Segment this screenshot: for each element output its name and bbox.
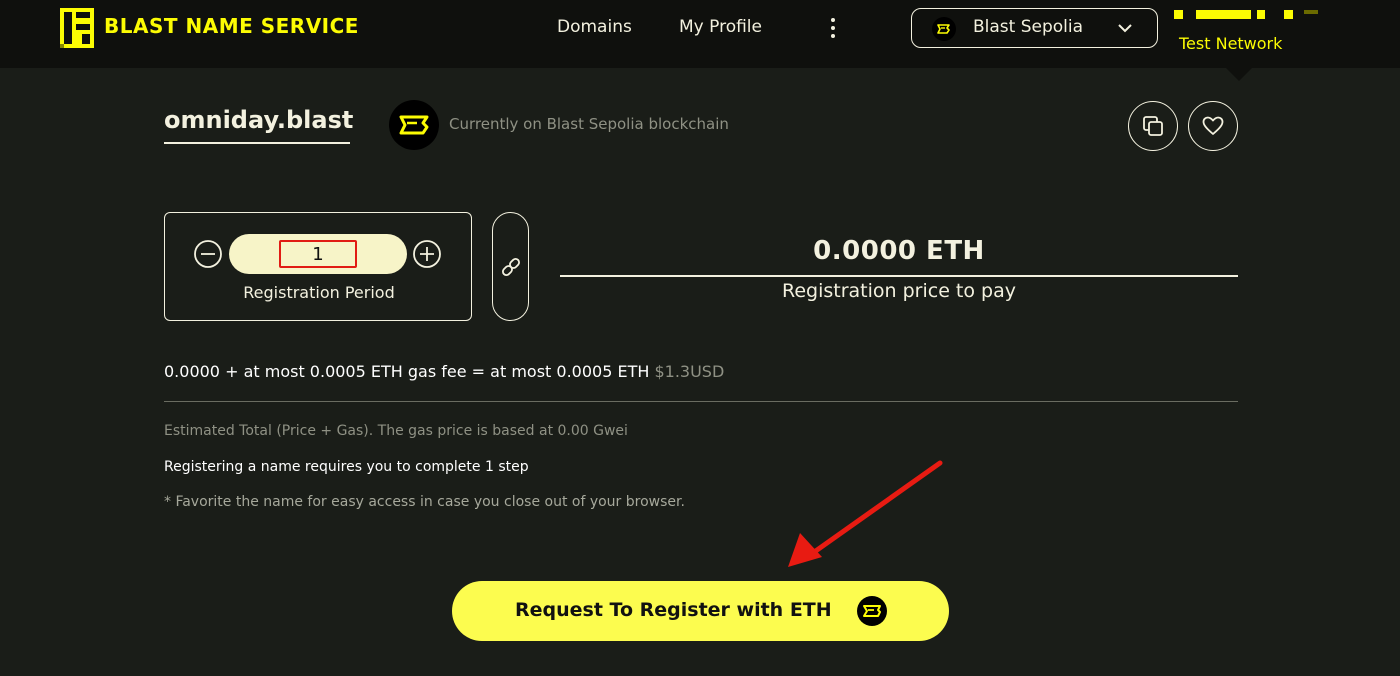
favorite-note: * Favorite the name for easy access in c… — [164, 494, 685, 510]
plus-circle-icon[interactable] — [412, 239, 442, 269]
blast-chain-icon — [389, 100, 439, 150]
chain-status-text: Currently on Blast Sepolia blockchain — [449, 115, 729, 133]
nav-domains-link[interactable]: Domains — [557, 17, 632, 37]
registration-period-box: Registration Period — [164, 212, 472, 321]
nav-my-profile-link[interactable]: My Profile — [679, 17, 762, 37]
copy-button[interactable] — [1128, 101, 1178, 151]
chevron-down-icon — [1118, 24, 1132, 33]
minus-circle-icon[interactable] — [193, 239, 223, 269]
cost-breakdown: 0.0000 + at most 0.0005 ETH gas fee = at… — [164, 362, 724, 381]
register-button-label: Request To Register with ETH — [515, 599, 832, 621]
wallet-address-redacted[interactable] — [1174, 10, 1324, 20]
domain-name: omniday.blast — [164, 106, 354, 134]
cost-breakdown-text: 0.0000 + at most 0.0005 ETH gas fee = at… — [164, 362, 650, 381]
annotation-arrow — [788, 460, 943, 567]
request-register-button[interactable]: Request To Register with ETH — [452, 581, 949, 641]
link-icon — [502, 258, 520, 276]
estimate-note: Estimated Total (Price + Gas). The gas p… — [164, 423, 628, 439]
summary-divider — [164, 401, 1238, 402]
period-input[interactable] — [279, 240, 357, 268]
blast-chain-icon — [857, 596, 887, 626]
blast-logo-icon[interactable] — [60, 8, 94, 48]
brand-title[interactable]: BLAST NAME SERVICE — [104, 14, 359, 38]
blast-chain-icon — [932, 17, 956, 41]
price-divider — [560, 275, 1238, 277]
period-label: Registration Period — [243, 283, 395, 302]
domain-underline — [164, 142, 350, 144]
network-selector[interactable]: Blast Sepolia — [911, 8, 1158, 48]
test-network-badge: Test Network — [1179, 34, 1283, 53]
registration-price: 0.0000 ETH — [813, 236, 985, 266]
top-nav-bar: BLAST NAME SERVICE Domains My Profile Bl… — [0, 0, 1400, 68]
link-toggle-button[interactable] — [492, 212, 529, 321]
favorite-button[interactable] — [1188, 101, 1238, 151]
tooltip-pointer — [1226, 68, 1252, 81]
cost-usd: $1.3USD — [654, 362, 725, 381]
more-menu-icon[interactable] — [825, 16, 841, 40]
network-label: Blast Sepolia — [973, 17, 1084, 37]
copy-icon — [1143, 116, 1163, 136]
registration-price-label: Registration price to pay — [781, 280, 1016, 302]
steps-note: Registering a name requires you to compl… — [164, 459, 529, 475]
heart-icon — [1202, 116, 1224, 135]
period-stepper — [229, 234, 407, 274]
